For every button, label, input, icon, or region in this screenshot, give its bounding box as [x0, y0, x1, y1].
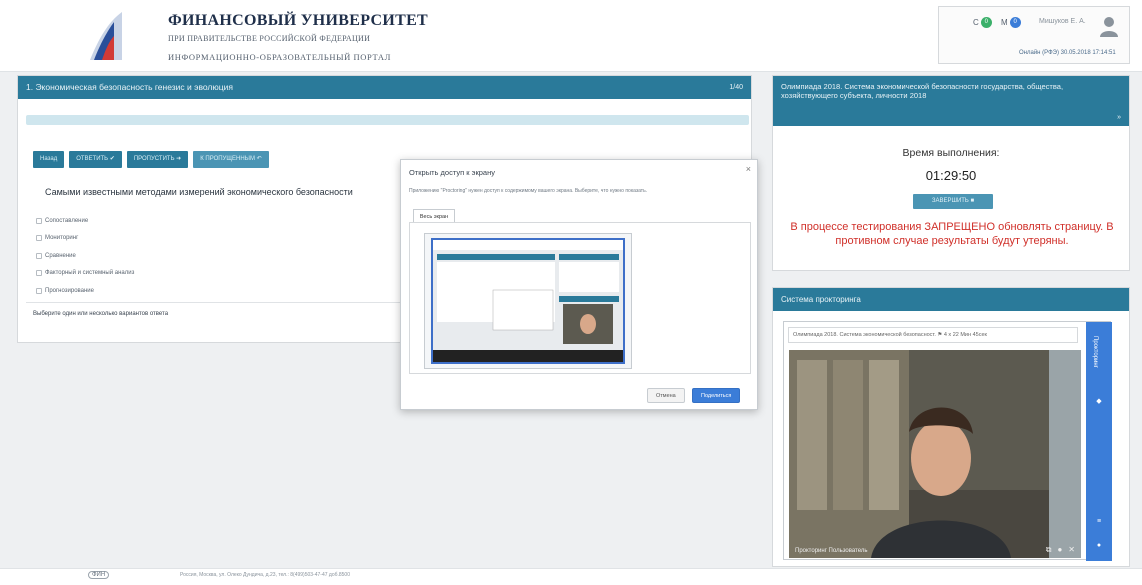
cancel-button[interactable]: Отмена — [647, 388, 685, 403]
close-icon[interactable]: × — [746, 164, 751, 174]
camera-icon[interactable]: ● — [1057, 545, 1062, 555]
counter-m[interactable]: М 0 — [1001, 17, 1021, 28]
video-controls: ⧉ ● ✕ — [1046, 545, 1075, 555]
time-label: Время выполнения: — [902, 147, 1000, 159]
screen-list — [409, 222, 751, 374]
proctoring-widget: Олимпиада 2018. Система экономической бе… — [783, 321, 1112, 561]
question-title: 1. Экономическая безопасность генезис и … — [26, 82, 233, 92]
timer: 01:29:50 — [925, 168, 977, 183]
username[interactable]: Мишуков Е. А. — [1039, 18, 1086, 25]
site-footer: ФИН Россия, Москва, ул. Олеко Дундича, д… — [0, 568, 1142, 585]
exam-header: Олимпиада 2018. Система экономической бе… — [773, 76, 1129, 126]
counter-c-badge: 0 — [980, 17, 992, 28]
tab-entire-screen[interactable]: Весь экран — [413, 209, 455, 223]
university-logo[interactable] — [88, 10, 124, 60]
progress-bar — [26, 115, 749, 125]
user-icon[interactable] — [1099, 15, 1119, 37]
thumbnail-image — [433, 240, 623, 362]
question-header: 1. Экономическая безопасность генезис и … — [18, 76, 751, 99]
option-label: Факторный и системный анализ — [45, 270, 135, 277]
option-label: Прогнозирование — [45, 287, 94, 294]
option-label: Мониторинг — [45, 235, 79, 242]
option-label: Сопоставление — [45, 217, 89, 224]
checkbox[interactable] — [36, 217, 42, 224]
answer-button[interactable]: ОТВЕТИТЬ ✔ — [69, 151, 122, 168]
list-icon[interactable]: ≡ — [1095, 518, 1103, 526]
proctoring-title: Система прокторинга — [773, 288, 1129, 311]
question-text: Самыми известными методами измерений эко… — [45, 187, 353, 197]
counter-m-label: М — [1001, 18, 1008, 27]
answer-option[interactable]: Сравнение — [36, 247, 134, 265]
share-screen-dialog: Открыть доступ к экрану × Приложению "Pr… — [400, 159, 758, 410]
back-button[interactable]: Назад — [33, 151, 65, 168]
action-buttons: Назад ОТВЕТИТЬ ✔ ПРОПУСТИТЬ ➜ К ПРОПУЩЕН… — [33, 151, 269, 168]
pip-icon[interactable]: ⧉ — [1046, 545, 1052, 555]
chat-icon[interactable]: ◆ — [1095, 398, 1103, 406]
settings-icon[interactable]: ● — [1095, 542, 1103, 550]
answer-option[interactable]: Прогнозирование — [36, 282, 134, 300]
share-button[interactable]: Поделиться — [692, 388, 741, 403]
question-counter: 1/40 — [729, 84, 743, 91]
user-links[interactable]: Онлайн (РФЭ) 30.05.2018 17:14:51 — [1019, 50, 1116, 56]
proctoring-window-title: Олимпиада 2018. Система экономической бе… — [788, 327, 1078, 343]
dialog-title: Открыть доступ к экрану — [409, 168, 495, 177]
video-label: Прокторинг Пользователь — [795, 548, 868, 554]
university-name: ФИНАНСОВЫЙ УНИВЕРСИТЕТ — [168, 12, 429, 29]
portal-name: ИНФОРМАЦИОННО-ОБРАЗОВАТЕЛЬНЫЙ ПОРТАЛ — [168, 52, 391, 62]
counter-c[interactable]: С 0 — [973, 17, 992, 28]
skipped-button[interactable]: К ПРОПУЩЕННЫМ ↶ — [193, 151, 269, 168]
rail-label: Прокторинг — [1092, 336, 1098, 368]
proctoring-side-rail[interactable]: Прокторинг ◆ ≡ ● — [1086, 322, 1112, 561]
webcam-image — [789, 350, 1081, 558]
option-label: Сравнение — [45, 252, 76, 259]
checkbox[interactable] — [36, 252, 42, 259]
answer-option[interactable]: Факторный и системный анализ — [36, 265, 134, 283]
close-icon[interactable]: ✕ — [1068, 545, 1075, 555]
expand-arrow-icon[interactable]: » — [1117, 113, 1121, 122]
answer-option[interactable]: Сопоставление — [36, 212, 134, 230]
counter-c-label: С — [973, 18, 979, 27]
exam-title: Олимпиада 2018. Система экономической бе… — [781, 82, 1064, 100]
answer-options: Сопоставление Мониторинг Сравнение Факто… — [36, 212, 134, 300]
dialog-description: Приложению "Proctoring" нужен доступ к с… — [409, 188, 648, 194]
proctoring-panel: Система прокторинга Олимпиада 2018. Сист… — [772, 287, 1130, 567]
warning-text: В процессе тестирования ЗАПРЕЩЕНО обновл… — [790, 221, 1114, 247]
skip-button[interactable]: ПРОПУСТИТЬ ➜ — [126, 151, 189, 168]
screen-thumbnail — [431, 238, 625, 364]
site-header: ФИНАНСОВЫЙ УНИВЕРСИТЕТ ПРИ ПРАВИТЕЛЬСТВЕ… — [0, 0, 1142, 72]
checkbox[interactable] — [36, 235, 42, 242]
university-subtitle: ПРИ ПРАВИТЕЛЬСТВЕ РОССИЙСКОЙ ФЕДЕРАЦИИ — [168, 34, 371, 43]
screen-preview[interactable] — [424, 233, 632, 369]
answer-option[interactable]: Мониторинг — [36, 230, 134, 248]
checkbox[interactable] — [36, 287, 42, 294]
footer-text: Россия, Москва, ул. Олеко Дундича, д.23,… — [180, 572, 350, 578]
counter-m-badge: 0 — [1009, 17, 1021, 28]
checkbox[interactable] — [36, 270, 42, 277]
exam-panel: Олимпиада 2018. Система экономической бе… — [772, 75, 1130, 271]
footer-logo[interactable]: ФИН — [88, 571, 110, 579]
finish-button[interactable]: ЗАВЕРШИТЬ ■ — [913, 194, 993, 209]
user-panel: С 0 М 0 Мишуков Е. А. Онлайн (РФЭ) 30.05… — [938, 6, 1130, 64]
webcam-video[interactable]: Прокторинг Пользователь ⧉ ● ✕ — [789, 350, 1081, 558]
answer-hint: Выберите один или несколько вариантов от… — [33, 311, 169, 317]
